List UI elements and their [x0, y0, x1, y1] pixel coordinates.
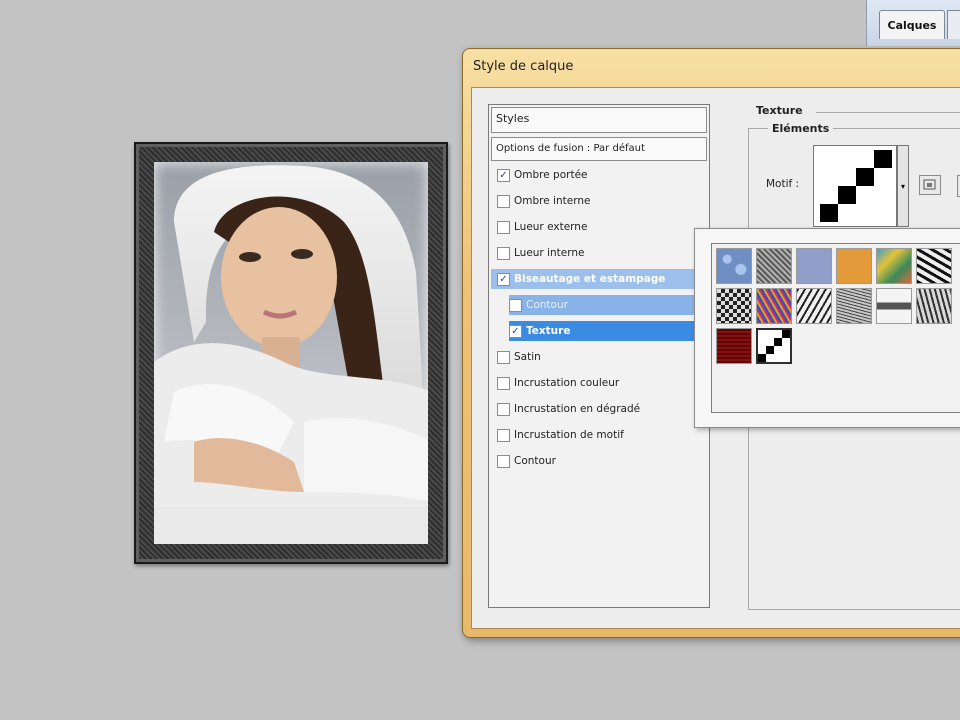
- style-texture[interactable]: ✓ Texture: [509, 321, 707, 341]
- checkbox-inner-shadow[interactable]: [497, 194, 510, 208]
- portrait-illustration: [154, 165, 428, 544]
- pattern-gray-grain[interactable]: [836, 288, 872, 324]
- checkbox-bevel-contour[interactable]: [509, 298, 522, 312]
- style-bevel-emboss[interactable]: ✓ Biseautage et estampage: [491, 269, 707, 289]
- style-satin[interactable]: Satin: [497, 347, 707, 367]
- pattern-diagonal-steps[interactable]: [756, 328, 792, 364]
- style-bevel-contour[interactable]: Contour: [509, 295, 707, 315]
- style-label: Satin: [514, 351, 541, 363]
- style-pattern-overlay[interactable]: Incrustation de motif: [497, 425, 707, 445]
- checkbox-bevel-emboss[interactable]: ✓: [497, 272, 510, 286]
- style-label: Lueur externe: [514, 221, 588, 233]
- style-label: Ombre portée: [514, 169, 588, 181]
- checkbox-pattern-overlay[interactable]: [497, 428, 510, 442]
- diagonal-steps-image: [758, 330, 790, 362]
- new-preset-button[interactable]: [919, 175, 941, 195]
- style-label: Incrustation de motif: [514, 429, 624, 441]
- pattern-bw-splatter[interactable]: [796, 288, 832, 324]
- checkbox-inner-glow[interactable]: [497, 246, 510, 260]
- style-label: Contour: [514, 455, 556, 467]
- pattern-picker: [694, 228, 960, 428]
- framed-photo: [134, 142, 448, 564]
- pattern-gray-noise[interactable]: [756, 248, 792, 284]
- style-label: Incrustation couleur: [514, 377, 620, 389]
- layers-panel: Calques: [866, 0, 960, 46]
- layers-tab[interactable]: Calques: [879, 10, 945, 39]
- style-color-overlay[interactable]: Incrustation couleur: [497, 373, 707, 393]
- style-inner-glow[interactable]: Lueur interne: [497, 243, 707, 263]
- new-preset-icon: [923, 179, 936, 190]
- pattern-tie-dye[interactable]: [876, 248, 912, 284]
- styles-header[interactable]: Styles: [491, 107, 707, 133]
- checkbox-color-overlay[interactable]: [497, 376, 510, 390]
- pattern-blue-bubbles[interactable]: [716, 248, 752, 284]
- blending-options[interactable]: Options de fusion : Par défaut: [491, 137, 707, 161]
- pattern-checker-noise[interactable]: [716, 288, 752, 324]
- style-label: Texture: [526, 325, 571, 337]
- style-label: Incrustation en dégradé: [514, 403, 641, 415]
- pattern-bw-scatter[interactable]: [916, 248, 952, 284]
- styles-list: Styles Options de fusion : Par défaut ✓ …: [488, 104, 710, 608]
- style-inner-shadow[interactable]: Ombre interne: [497, 191, 707, 211]
- checkbox-texture[interactable]: ✓: [509, 324, 522, 338]
- style-stroke[interactable]: Contour: [497, 451, 707, 471]
- style-label: Biseautage et estampage: [514, 273, 666, 285]
- pattern-color-noise[interactable]: [756, 288, 792, 324]
- dialog-title: Style de calque: [473, 59, 574, 74]
- photo-image: [154, 162, 428, 544]
- divider: [816, 112, 960, 113]
- pattern-preview-image: [820, 150, 892, 222]
- style-label: Ombre interne: [514, 195, 591, 207]
- style-drop-shadow[interactable]: ✓ Ombre portée: [497, 165, 707, 185]
- panel-tab[interactable]: [947, 10, 960, 39]
- pattern-grid: [711, 243, 960, 413]
- style-gradient-overlay[interactable]: Incrustation en dégradé: [497, 399, 707, 419]
- style-label: Lueur interne: [514, 247, 585, 259]
- pattern-mixed-noise[interactable]: [916, 288, 952, 324]
- checkbox-stroke[interactable]: [497, 454, 510, 468]
- style-label: Contour: [526, 299, 568, 311]
- checkbox-gradient-overlay[interactable]: [497, 402, 510, 416]
- pattern-dark-red[interactable]: [716, 328, 752, 364]
- pattern-preview[interactable]: [813, 145, 897, 227]
- texture-group-title: Texture: [756, 104, 803, 117]
- elements-group-title: Eléments: [768, 122, 834, 135]
- style-outer-glow[interactable]: Lueur externe: [497, 217, 707, 237]
- pattern-lavender[interactable]: [796, 248, 832, 284]
- pattern-dropdown-arrow[interactable]: ▾: [897, 145, 909, 227]
- pattern-stripes[interactable]: [876, 288, 912, 324]
- pattern-orange[interactable]: [836, 248, 872, 284]
- pattern-label: Motif :: [766, 178, 800, 190]
- checkbox-drop-shadow[interactable]: ✓: [497, 168, 510, 182]
- checkbox-outer-glow[interactable]: [497, 220, 510, 234]
- checkbox-satin[interactable]: [497, 350, 510, 364]
